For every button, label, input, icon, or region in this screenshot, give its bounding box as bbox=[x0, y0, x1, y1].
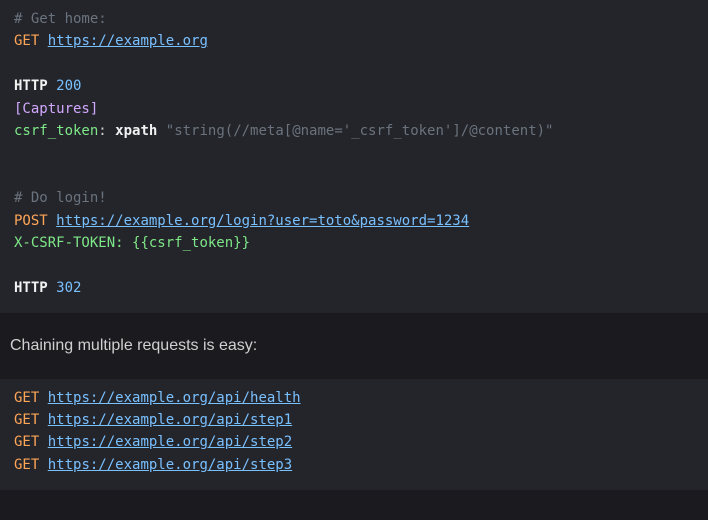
http-url[interactable]: https://example.org/api/step1 bbox=[48, 412, 292, 428]
http-method: GET bbox=[14, 33, 39, 49]
prose-text: Chaining multiple requests is easy: bbox=[0, 313, 708, 379]
http-url[interactable]: https://example.org/api/step3 bbox=[48, 457, 292, 473]
http-keyword: HTTP bbox=[14, 78, 48, 94]
http-url[interactable]: https://example.org/api/health bbox=[48, 390, 301, 406]
code-block-1: # Get home: GET https://example.org HTTP… bbox=[0, 0, 708, 313]
status-code: 302 bbox=[56, 280, 81, 296]
comment-line: # Do login! bbox=[14, 190, 107, 206]
http-method: POST bbox=[14, 213, 48, 229]
http-method: GET bbox=[14, 412, 39, 428]
http-keyword: HTTP bbox=[14, 280, 48, 296]
http-url[interactable]: https://example.org/login?user=toto&pass… bbox=[56, 213, 469, 229]
comment-line: # Get home: bbox=[14, 11, 107, 27]
capture-variable: csrf_token bbox=[14, 123, 98, 139]
header-name: X-CSRF-TOKEN bbox=[14, 235, 115, 251]
status-code: 200 bbox=[56, 78, 81, 94]
xpath-string: "string(//meta[@name='_csrf_token']/@con… bbox=[166, 123, 554, 139]
http-url[interactable]: https://example.org/api/step2 bbox=[48, 434, 292, 450]
http-method: GET bbox=[14, 434, 39, 450]
header-value: {{csrf_token}} bbox=[132, 235, 250, 251]
section-header: [Captures] bbox=[14, 101, 98, 117]
xpath-keyword: xpath bbox=[115, 123, 157, 139]
http-url[interactable]: https://example.org bbox=[48, 33, 208, 49]
http-method: GET bbox=[14, 457, 39, 473]
code-block-2: GET https://example.org/api/health GET h… bbox=[0, 379, 708, 491]
http-method: GET bbox=[14, 390, 39, 406]
